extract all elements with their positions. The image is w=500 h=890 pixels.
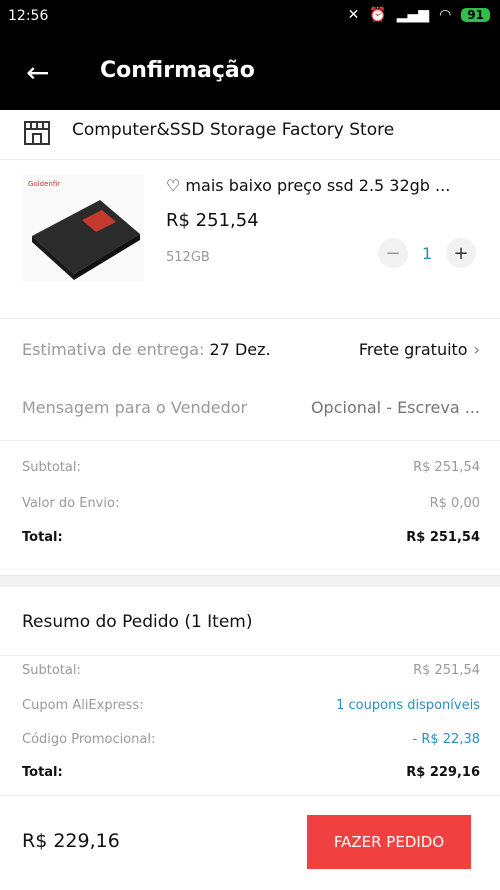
store-total-row: Total: R$ 251,54 [22,530,480,545]
coupon-row[interactable]: Cupom AliExpress: 1 coupons disponíveis [22,698,480,713]
store-subtotal-row: Subtotal: R$ 251,54 [22,460,480,475]
status-bar: 12:56 ✕ ⏰ ▂▄▆ ◠ 91 [0,0,500,34]
decrease-quantity-button[interactable]: − [378,238,408,268]
coupon-label: Cupom AliExpress: [22,698,144,713]
product-variant: 512GB [166,250,210,265]
promo-code-value[interactable]: - R$ 22,38 [413,732,480,747]
store-subtotal-value: R$ 251,54 [413,460,480,475]
section-gap [0,575,500,587]
message-label: Mensagem para o Vendedor [22,398,248,417]
app-bar: ← Confirmação [0,34,500,110]
store-name: Computer&SSD Storage Factory Store [72,120,395,140]
store-shipping-row: Valor do Envio: R$ 0,00 [22,496,480,511]
status-icons: ✕ ⏰ ▂▄▆ ◠ 91 [348,7,490,23]
shipping-label: Frete gratuito [358,340,468,359]
chevron-right-icon: › [473,340,480,359]
store-total-value: R$ 251,54 [406,530,480,545]
product-title[interactable]: ♡ mais baixo preço ssd 2.5 32gb ... [166,176,486,195]
promo-code-row[interactable]: Código Promocional: - R$ 22,38 [22,732,480,747]
divider [0,655,500,656]
battery-icon: 91 [461,8,490,22]
seller-message-row: Mensagem para o Vendedor [22,398,480,417]
page-title: Confirmação [100,58,255,83]
store-header[interactable]: Computer&SSD Storage Factory Store [0,110,500,160]
alarm-icon: ⏰ [369,7,387,23]
delivery-estimate: Estimativa de entrega: 27 Dez. [22,340,271,359]
back-arrow-icon[interactable]: ← [26,56,49,89]
store-shipping-label: Valor do Envio: [22,496,120,511]
promo-code-label: Código Promocional: [22,732,156,747]
checkout-footer: R$ 229,16 FAZER PEDIDO [0,795,500,890]
summary-subtotal-value: R$ 251,54 [413,663,480,678]
footer-total: R$ 229,16 [22,830,120,852]
store-icon [24,121,50,145]
quantity-value: 1 [422,243,433,263]
status-time: 12:56 [8,8,49,24]
signal-icon: ▂▄▆ [396,7,430,23]
store-subtotal-label: Subtotal: [22,460,81,475]
summary-subtotal-label: Subtotal: [22,663,81,678]
delivery-row[interactable]: Estimativa de entrega: 27 Dez. Frete gra… [22,340,480,359]
summary-total-value: R$ 229,16 [406,765,480,780]
store-total-label: Total: [22,530,63,545]
product-image[interactable]: Goldenfir [22,174,144,282]
divider [0,440,500,441]
wifi-icon: ◠ [439,7,452,23]
delivery-label: Estimativa de entrega: [22,340,205,359]
order-summary-title: Resumo do Pedido (1 Item) [22,612,253,632]
product-price: R$ 251,54 [166,210,259,231]
mute-icon: ✕ [347,7,360,23]
shipping-option[interactable]: Frete gratuito › [359,340,480,359]
summary-total-label: Total: [22,765,63,780]
message-input[interactable] [280,398,480,417]
product-brand-text: Goldenfir [28,180,60,188]
divider [0,318,500,319]
increase-quantity-button[interactable]: + [446,238,476,268]
summary-total-row: Total: R$ 229,16 [22,765,480,780]
quantity-stepper: − 1 + [378,238,476,268]
product-item: Goldenfir ♡ mais baixo preço ssd 2.5 32g… [0,160,500,282]
store-shipping-value: R$ 0,00 [429,496,480,511]
place-order-button[interactable]: FAZER PEDIDO [307,815,471,869]
summary-subtotal-row: Subtotal: R$ 251,54 [22,663,480,678]
delivery-date: 27 Dez. [209,340,271,359]
coupon-link[interactable]: 1 coupons disponíveis [336,698,480,713]
